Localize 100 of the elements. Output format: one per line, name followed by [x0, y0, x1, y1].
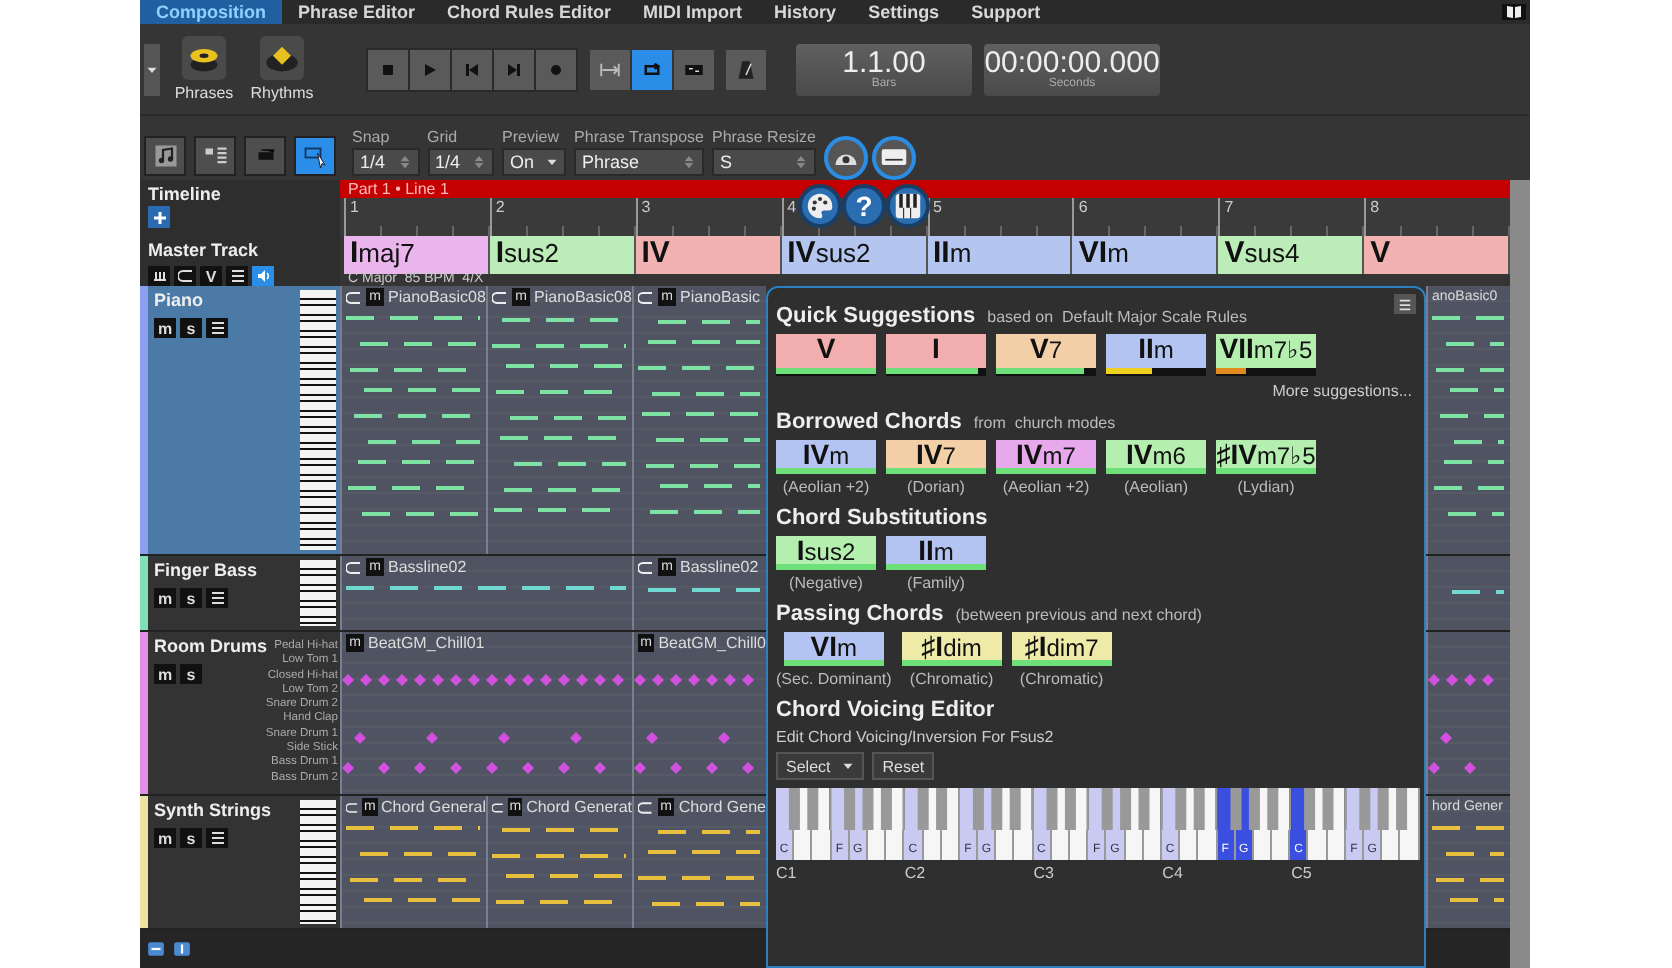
chord-block[interactable]: IVm — [776, 440, 876, 474]
piano-key[interactable] — [996, 830, 1015, 860]
chord-block[interactable]: IIm — [1106, 334, 1206, 368]
track-toggle[interactable]: m — [154, 318, 176, 338]
menu-tab[interactable]: Settings — [852, 0, 956, 24]
piano-key[interactable] — [1382, 830, 1401, 860]
loop-icon — [346, 799, 359, 815]
chord-block[interactable]: VIm — [783, 632, 884, 666]
track-toggle[interactable]: s — [180, 828, 202, 848]
piano-key[interactable] — [812, 830, 832, 860]
track-toggle[interactable]: s — [180, 318, 202, 338]
scrollbar[interactable] — [1510, 180, 1530, 968]
transport-button[interactable] — [452, 49, 492, 90]
track-toggle[interactable]: m — [154, 828, 176, 848]
menu-tab[interactable]: Chord Rules Editor — [431, 0, 628, 24]
chord-block[interactable]: Isus2 — [489, 236, 636, 274]
track-name: Master Track — [148, 240, 261, 262]
menu-tab[interactable]: History — [758, 0, 853, 24]
clip-name: PianoBasic08 — [388, 288, 486, 306]
section-title: Chord Voicing Editor — [776, 698, 995, 722]
piano-key[interactable] — [1308, 830, 1328, 860]
menu-tab[interactable]: Support — [955, 0, 1057, 24]
metronome-button[interactable] — [726, 49, 766, 90]
piano-key[interactable] — [1014, 830, 1034, 860]
measure-number: 5 — [933, 198, 942, 216]
chord-block[interactable]: V — [776, 334, 876, 368]
reset-button[interactable]: Reset — [872, 752, 935, 780]
spinner-field[interactable]: Phrase — [574, 148, 704, 176]
loop-mode-button[interactable] — [632, 49, 672, 90]
loop-icon — [346, 289, 362, 305]
transport-button[interactable] — [494, 49, 534, 90]
piano-key[interactable] — [1400, 830, 1420, 860]
chord-block[interactable]: IV — [635, 236, 782, 274]
track-toggle[interactable]: s — [180, 588, 202, 608]
chord-block[interactable]: V7 — [996, 334, 1096, 368]
list-button[interactable] — [206, 318, 228, 338]
mode-button[interactable]: Rhythms — [248, 36, 316, 103]
track-header[interactable]: Finger Bass m s — [140, 556, 340, 632]
chord-block[interactable]: IIm — [927, 236, 1073, 274]
chord-block[interactable]: IVm7 — [996, 440, 1096, 474]
piano-key[interactable] — [1198, 830, 1217, 860]
loop-mode-button[interactable] — [674, 49, 714, 90]
track-toggle[interactable]: m — [154, 664, 176, 684]
transport-button[interactable] — [368, 49, 408, 90]
select-dropdown[interactable]: Select — [776, 752, 865, 780]
chord-block[interactable]: IVm6 — [1106, 440, 1206, 474]
panel-menu-button[interactable] — [1394, 294, 1416, 314]
transport-button[interactable] — [410, 49, 450, 90]
chord-block[interactable]: IV7 — [886, 440, 986, 474]
chord-block[interactable]: IVsus2 — [781, 236, 927, 274]
clip-name: Bassline02 — [388, 558, 467, 576]
chord-block[interactable]: IIm — [886, 536, 986, 570]
voicing-button[interactable]: V — [200, 266, 222, 286]
notes-drawing — [346, 826, 480, 902]
chord-block[interactable]: VIm — [1072, 236, 1219, 274]
view-button[interactable] — [144, 136, 186, 176]
chord-block[interactable]: Vsus4 — [1218, 236, 1365, 274]
view-button[interactable] — [294, 136, 336, 176]
chord-block[interactable]: I — [886, 334, 986, 368]
track-header[interactable]: Synth Strings m s — [140, 796, 340, 930]
piano-key[interactable] — [794, 830, 813, 860]
clip-name: Chord General — [381, 798, 486, 816]
view-button[interactable] — [194, 136, 236, 176]
monitor-button[interactable] — [872, 136, 916, 180]
spinner-field[interactable]: S — [711, 148, 817, 176]
track-toggle[interactable]: m — [154, 588, 176, 608]
piano-key[interactable] — [886, 830, 905, 860]
track-toggle[interactable]: s — [180, 664, 202, 684]
field-label: Grid — [427, 128, 460, 148]
spinner-field[interactable]: 1/4 — [352, 148, 420, 176]
chord-block[interactable]: ♯IVm7♭5 — [1216, 440, 1316, 474]
list-button[interactable] — [226, 266, 248, 286]
voicing-note: Edit Chord Voicing/Inversion For Fsus2 — [776, 728, 1056, 746]
dome-button[interactable] — [824, 136, 868, 180]
chord-block[interactable]: Isus2 — [776, 536, 876, 570]
chord-block[interactable]: VIIm7♭5 — [1216, 334, 1316, 368]
piano-key[interactable] — [1070, 830, 1089, 860]
menu-tab[interactable]: MIDI Import — [627, 0, 759, 24]
loop-mode-button[interactable] — [590, 49, 630, 90]
chord-block[interactable]: ♯Idim — [901, 632, 1002, 666]
chord-block[interactable]: ♯Idim7 — [1011, 632, 1112, 666]
track-header[interactable]: Piano m s — [140, 286, 340, 556]
dropdown-field[interactable]: On — [502, 148, 567, 176]
more-suggestions-link[interactable]: More suggestions... — [1272, 382, 1412, 400]
list-button[interactable] — [206, 588, 228, 608]
menu-tab[interactable]: Phrase Editor — [282, 0, 432, 24]
list-button[interactable] — [206, 828, 228, 848]
chord-block[interactable]: V — [1364, 236, 1510, 274]
chord-button[interactable] — [148, 266, 170, 286]
piano-key[interactable] — [1272, 830, 1291, 860]
menu-tab[interactable]: Composition — [140, 0, 282, 24]
spinner-field[interactable]: 1/4 — [427, 148, 495, 176]
mode-button[interactable]: Phrases — [170, 36, 238, 103]
dropdown-button[interactable] — [144, 43, 160, 96]
add-button[interactable] — [148, 206, 170, 228]
chord-block[interactable]: Imaj7 — [344, 236, 490, 274]
transport-button[interactable] — [536, 49, 576, 90]
piano-key[interactable] — [1180, 830, 1199, 860]
piano-keys-drawing[interactable] — [776, 788, 1420, 830]
loop-button[interactable] — [174, 266, 196, 286]
